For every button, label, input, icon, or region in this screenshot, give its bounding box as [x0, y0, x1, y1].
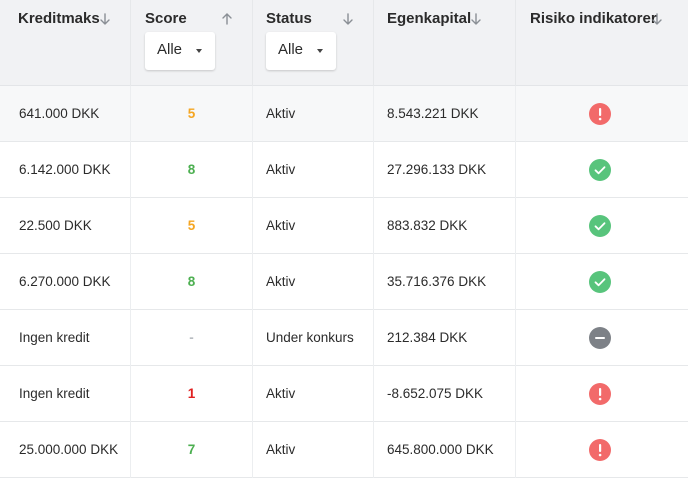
warning-icon[interactable] — [589, 383, 611, 405]
score-cell: 5 — [131, 198, 253, 254]
warning-icon[interactable] — [589, 103, 611, 125]
arrow-down-icon[interactable] — [650, 12, 664, 26]
kreditmaks-cell: 6.270.000 DKK — [0, 254, 131, 310]
kreditmaks-cell: 22.500 DKK — [0, 198, 131, 254]
risk-cell — [516, 366, 688, 422]
caret-down-icon — [196, 49, 202, 53]
caret-down-icon — [317, 49, 323, 53]
column-label: Score — [145, 10, 187, 27]
status-filter-dropdown[interactable]: Alle — [266, 32, 336, 70]
column-header-egenkapital[interactable]: Egenkapital — [374, 0, 516, 86]
kreditmaks-cell: Ingen kredit — [0, 366, 131, 422]
minus-icon[interactable] — [589, 327, 611, 349]
egenkapital-cell: 35.716.376 DKK — [374, 254, 516, 310]
egenkapital-cell: 883.832 DKK — [374, 198, 516, 254]
kreditmaks-cell: 641.000 DKK — [0, 86, 131, 142]
status-cell: Aktiv — [253, 366, 374, 422]
arrow-up-icon[interactable] — [220, 12, 234, 26]
arrow-down-icon[interactable] — [341, 12, 355, 26]
status-filter-value: Alle — [278, 41, 304, 58]
column-label: Risiko indikatorer — [530, 10, 657, 27]
table-row[interactable]: 641.000 DKK 5 Aktiv 8.543.221 DKK — [0, 86, 688, 142]
table-row[interactable]: Ingen kredit 1 Aktiv -8.652.075 DKK — [0, 366, 688, 422]
score-cell: 8 — [131, 254, 253, 310]
check-icon[interactable] — [589, 271, 611, 293]
table-row[interactable]: 6.270.000 DKK 8 Aktiv 35.716.376 DKK — [0, 254, 688, 310]
score-cell: 5 — [131, 86, 253, 142]
status-cell: Under konkurs — [253, 310, 374, 366]
kreditmaks-cell: 25.000.000 DKK — [0, 422, 131, 478]
status-cell: Aktiv — [253, 86, 374, 142]
score-cell: 7 — [131, 422, 253, 478]
score-filter-dropdown[interactable]: Alle — [145, 32, 215, 70]
egenkapital-cell: -8.652.075 DKK — [374, 366, 516, 422]
risk-cell — [516, 310, 688, 366]
egenkapital-cell: 212.384 DKK — [374, 310, 516, 366]
score-cell: - — [131, 310, 253, 366]
score-filter-value: Alle — [157, 41, 183, 58]
score-cell: 8 — [131, 142, 253, 198]
score-cell: 1 — [131, 366, 253, 422]
column-label: Egenkapital — [387, 10, 472, 27]
check-icon[interactable] — [589, 159, 611, 181]
status-cell: Aktiv — [253, 142, 374, 198]
column-header-status[interactable]: Status Alle — [253, 0, 374, 86]
egenkapital-cell: 8.543.221 DKK — [374, 86, 516, 142]
risk-cell — [516, 198, 688, 254]
arrow-down-icon[interactable] — [469, 12, 483, 26]
column-header-kreditmaks[interactable]: Kreditmaks — [0, 0, 131, 86]
arrow-down-icon[interactable] — [98, 12, 112, 26]
risk-cell — [516, 422, 688, 478]
risk-cell — [516, 142, 688, 198]
column-header-risiko[interactable]: Risiko indikatorer — [516, 0, 688, 86]
egenkapital-cell: 645.800.000 DKK — [374, 422, 516, 478]
table-row[interactable]: 22.500 DKK 5 Aktiv 883.832 DKK — [0, 198, 688, 254]
column-header-score[interactable]: Score Alle — [131, 0, 253, 86]
status-cell: Aktiv — [253, 254, 374, 310]
kreditmaks-cell: 6.142.000 DKK — [0, 142, 131, 198]
column-label: Status — [266, 10, 312, 27]
table-row[interactable]: 6.142.000 DKK 8 Aktiv 27.296.133 DKK — [0, 142, 688, 198]
kreditmaks-cell: Ingen kredit — [0, 310, 131, 366]
risk-cell — [516, 86, 688, 142]
risk-cell — [516, 254, 688, 310]
column-label: Kreditmaks — [18, 10, 100, 27]
warning-icon[interactable] — [589, 439, 611, 461]
table-header: Kreditmaks Score Alle Status Alle Egenka… — [0, 0, 688, 86]
table-row[interactable]: 25.000.000 DKK 7 Aktiv 645.800.000 DKK — [0, 422, 688, 478]
company-table: Kreditmaks Score Alle Status Alle Egenka… — [0, 0, 688, 480]
status-cell: Aktiv — [253, 422, 374, 478]
check-icon[interactable] — [589, 215, 611, 237]
egenkapital-cell: 27.296.133 DKK — [374, 142, 516, 198]
table-row[interactable]: Ingen kredit - Under konkurs 212.384 DKK — [0, 310, 688, 366]
status-cell: Aktiv — [253, 198, 374, 254]
